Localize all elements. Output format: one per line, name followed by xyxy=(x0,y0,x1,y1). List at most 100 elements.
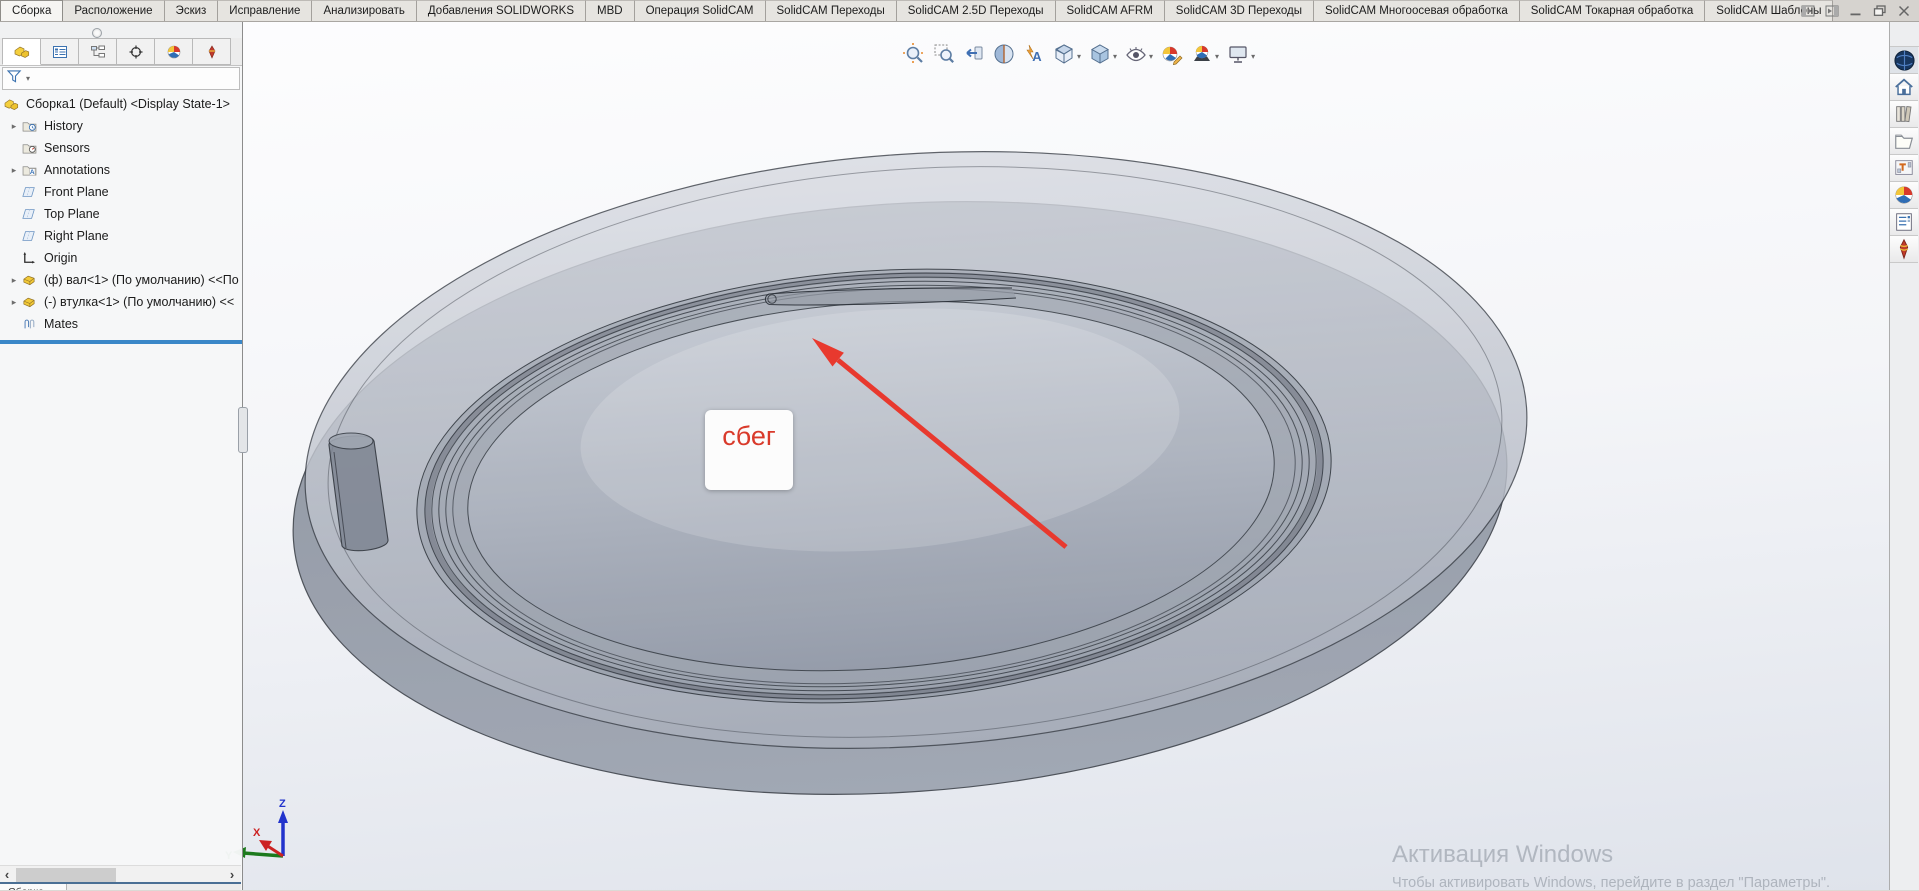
tree-item[interactable]: Sensors xyxy=(0,137,242,159)
dropdown-caret-icon[interactable]: ▾ xyxy=(1113,52,1117,61)
command-tab[interactable]: SolidCAM AFRM xyxy=(1055,0,1165,21)
tree-item-label: Top Plane xyxy=(44,207,100,221)
expand-arrow-icon[interactable]: ▸ xyxy=(6,297,22,308)
task-pane-tab-appearances-scenes[interactable] xyxy=(1890,182,1918,209)
task-pane-tab-design-library[interactable] xyxy=(1890,101,1918,128)
hud-display-style[interactable]: ▾ xyxy=(1089,43,1117,70)
hud-view-settings[interactable]: ▾ xyxy=(1227,43,1255,70)
assembly-model[interactable] xyxy=(0,21,1919,890)
previous-view-icon xyxy=(963,43,985,70)
tree-item-label: Right Plane xyxy=(44,229,109,243)
history-folder-icon xyxy=(22,120,42,132)
command-tab[interactable]: Операция SolidCAM xyxy=(634,0,766,21)
manager-tab-solidcam-manager[interactable] xyxy=(193,38,231,65)
panel-splitter-handle[interactable] xyxy=(238,407,248,453)
command-tab[interactable]: SolidCAM 3D Переходы xyxy=(1164,0,1314,21)
hud-apply-scene[interactable]: ▾ xyxy=(1191,43,1219,70)
hud-view-orientation[interactable]: ▾ xyxy=(1053,43,1081,70)
hud-zoom-to-fit[interactable] xyxy=(903,42,925,70)
filter-icon xyxy=(6,69,24,88)
edit-appearance-icon xyxy=(1161,43,1183,70)
mates-icon xyxy=(22,318,42,330)
command-tab[interactable]: SolidCAM Токарная обработка xyxy=(1519,0,1706,21)
dropdown-caret-icon[interactable]: ▾ xyxy=(1149,52,1153,61)
document-tab[interactable]: Сборка xyxy=(0,884,67,890)
tree-item-label: (ф) вал<1> (По умолчанию) <<По xyxy=(44,273,239,287)
dropdown-caret-icon[interactable]: ▾ xyxy=(1077,52,1081,61)
svg-text:A: A xyxy=(1032,49,1042,64)
manager-tab-feature-manager[interactable] xyxy=(2,38,41,65)
graphics-area[interactable]: A ▾ ▾ ▾ ▾ ▾ сбег Активация Windows Чтобы акти… xyxy=(0,21,1919,891)
task-pane-tab-custom-properties[interactable] xyxy=(1890,209,1918,236)
dock-pane-left-icon[interactable] xyxy=(1800,4,1815,17)
tree-item-label: Origin xyxy=(44,251,78,265)
tree-item-label: Mates xyxy=(44,317,79,331)
tree-item[interactable]: ▸ A Annotations xyxy=(0,159,242,181)
expand-arrow-icon[interactable]: ▸ xyxy=(6,121,22,132)
tree-item[interactable]: Origin xyxy=(0,247,242,269)
restore-icon[interactable] xyxy=(1872,4,1887,17)
view-orientation-icon xyxy=(1053,43,1075,70)
command-tab[interactable]: SolidCAM Многоосевая обработка xyxy=(1313,0,1520,21)
hud-previous-view[interactable] xyxy=(963,43,985,70)
close-icon[interactable] xyxy=(1896,4,1911,17)
command-tab[interactable]: Расположение xyxy=(63,0,165,21)
annotations-folder-icon: A xyxy=(22,164,42,176)
tree-item-label: Сборка1 (Default) <Display State-1> xyxy=(26,97,230,111)
expand-arrow-icon[interactable]: ▸ xyxy=(6,165,22,176)
plane-icon xyxy=(22,230,42,242)
tree-item[interactable]: ▸ History xyxy=(0,115,242,137)
filter-caret-icon: ▾ xyxy=(26,74,31,83)
task-pane-tab-view-palette[interactable] xyxy=(1890,155,1918,182)
tree-item[interactable]: Сборка1 (Default) <Display State-1> xyxy=(0,93,242,115)
expand-arrow-icon[interactable]: ▸ xyxy=(6,275,22,286)
assembly-icon xyxy=(4,98,24,111)
tree-item-label: Front Plane xyxy=(44,185,109,199)
tree-item[interactable]: ▸ (ф) вал<1> (По умолчанию) <<По xyxy=(0,269,242,291)
disc-body xyxy=(292,151,1528,795)
triad-z-label: Z xyxy=(279,798,286,810)
scrollbar-thumb[interactable] xyxy=(16,868,116,882)
dropdown-caret-icon[interactable]: ▾ xyxy=(1215,52,1219,61)
hud-annotation-views[interactable]: A xyxy=(1023,43,1045,70)
manager-tab-display-manager[interactable] xyxy=(155,38,193,65)
document-tab-strip: Сборка xyxy=(0,882,241,890)
command-tab[interactable]: Анализировать xyxy=(312,0,417,21)
dock-pane-right-icon[interactable] xyxy=(1824,4,1839,17)
tree-item[interactable]: Mates xyxy=(0,313,242,335)
command-tab[interactable]: Добавления SOLIDWORKS xyxy=(416,0,587,21)
command-tab[interactable]: Сборка xyxy=(0,0,64,21)
minimize-icon[interactable] xyxy=(1848,4,1863,17)
task-pane-tab-solidworks-resources[interactable] xyxy=(1890,47,1918,74)
hud-edit-appearance[interactable] xyxy=(1161,43,1183,70)
tree-item[interactable]: ▸ (-) втулка<1> (По умолчанию) << xyxy=(0,291,242,313)
triad-x-label: X xyxy=(253,827,261,839)
command-tab[interactable]: Исправление xyxy=(218,0,313,21)
manager-tab-property-manager[interactable] xyxy=(41,38,79,65)
view-settings-icon xyxy=(1227,43,1249,70)
hud-zoom-to-area[interactable] xyxy=(933,43,955,70)
rollback-bar[interactable] xyxy=(0,340,242,344)
dropdown-caret-icon[interactable]: ▾ xyxy=(1251,52,1255,61)
tree-item[interactable]: Top Plane xyxy=(0,203,242,225)
task-pane-tab-home[interactable] xyxy=(1890,74,1918,101)
task-pane-tab-file-explorer[interactable] xyxy=(1890,128,1918,155)
watermark-title: Активация Windows xyxy=(1392,841,1614,868)
manager-tab-dimxpert-manager[interactable] xyxy=(117,38,155,65)
tree-filter[interactable]: ▾ xyxy=(2,67,240,90)
tree-item[interactable]: Front Plane xyxy=(0,181,242,203)
command-tab[interactable]: MBD xyxy=(586,0,635,21)
panel-collapse-icon[interactable] xyxy=(92,28,102,38)
tree-item[interactable]: Right Plane xyxy=(0,225,242,247)
panel-top-strip xyxy=(0,21,242,38)
manager-tab-configuration-manager[interactable] xyxy=(79,38,117,65)
tree-item-label: (-) втулка<1> (По умолчанию) << xyxy=(44,295,235,309)
feature-tree: Сборка1 (Default) <Display State-1> ▸ Hist… xyxy=(0,93,242,335)
command-tab[interactable]: SolidCAM Переходы xyxy=(765,0,897,21)
featuremanager-panel: ▾ Сборка1 (Default) <Display State-1> ▸ Hi… xyxy=(0,21,243,890)
hud-section-view[interactable] xyxy=(993,43,1015,70)
command-tab[interactable]: SolidCAM 2.5D Переходы xyxy=(896,0,1056,21)
task-pane-tab-solidcam-tools[interactable] xyxy=(1890,236,1918,263)
command-tab[interactable]: Эскиз xyxy=(164,0,219,21)
hud-hide-show-items[interactable]: ▾ xyxy=(1125,43,1153,70)
